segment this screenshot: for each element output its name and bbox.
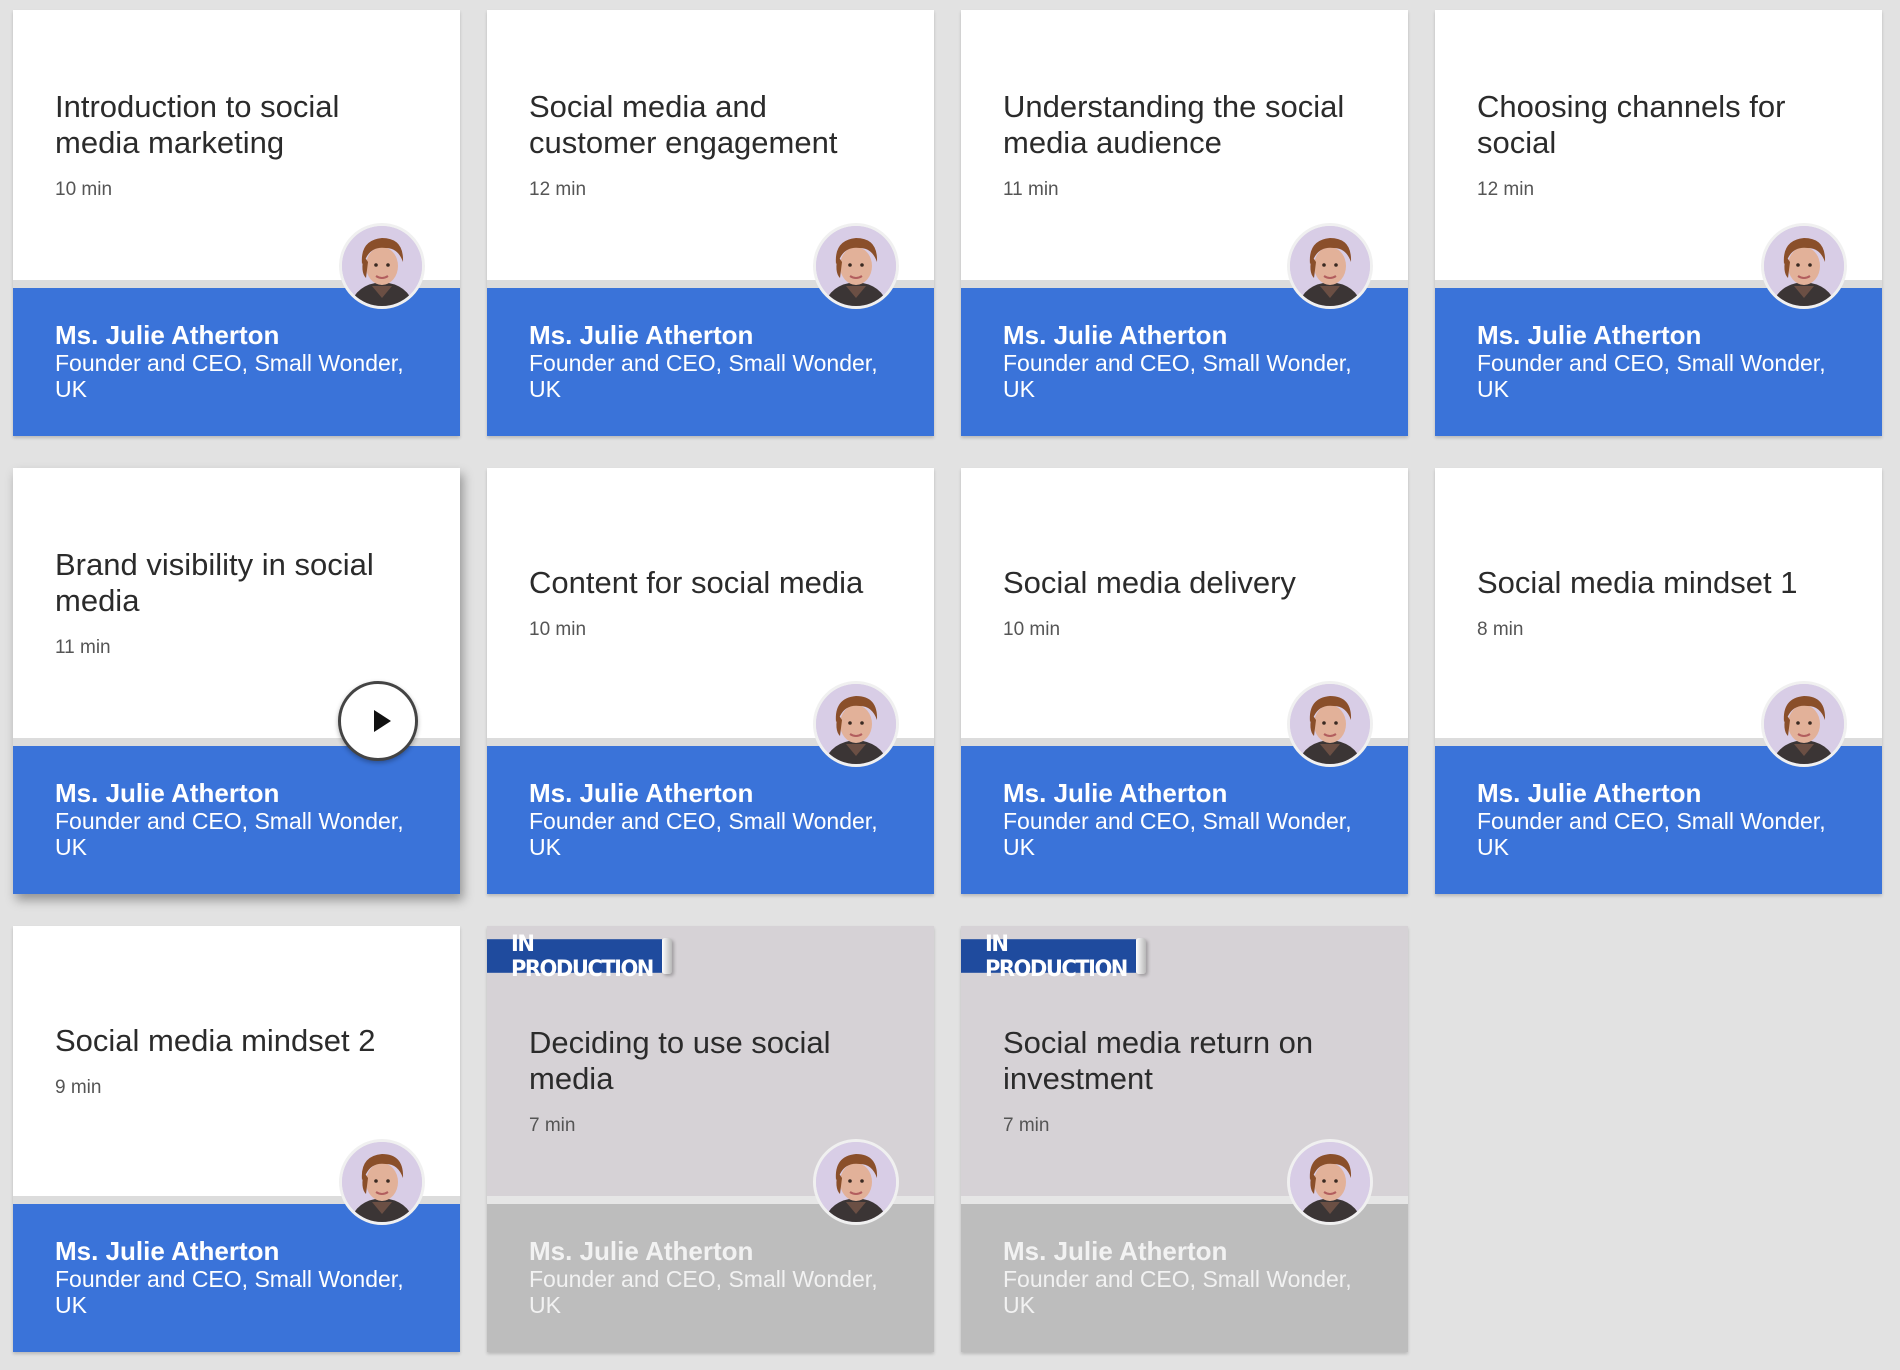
speaker-role: Founder and CEO, Small Wonder, UK <box>1003 1266 1352 1318</box>
speaker-panel: Ms. Julie Atherton Founder and CEO, Smal… <box>13 288 460 436</box>
lecture-duration: 10 min <box>1003 619 1061 640</box>
speaker-name: Ms. Julie Atherton <box>529 1236 754 1266</box>
speaker-avatar <box>1287 1139 1373 1225</box>
speaker-panel: Ms. Julie Atherton Founder and CEO, Smal… <box>1435 288 1882 436</box>
speaker-avatar <box>813 1139 899 1225</box>
speaker-role: Founder and CEO, Small Wonder, UK <box>55 808 404 860</box>
speaker-name: Ms. Julie Atherton <box>1003 1236 1228 1266</box>
speaker-panel: Ms. Julie Atherton Founder and CEO, Smal… <box>1435 746 1882 894</box>
lecture-card-3[interactable]: Understanding the social media audience … <box>961 10 1408 436</box>
speaker-avatar <box>1761 223 1847 309</box>
speaker-avatar <box>339 223 425 309</box>
lecture-card-1[interactable]: Introduction to social media marketing 1… <box>13 10 460 436</box>
lecture-card-6[interactable]: Content for social media 10 min Ms. Juli… <box>487 468 934 894</box>
lecture-duration: 10 min <box>55 179 113 200</box>
lecture-title: Introduction to social media marketing <box>55 89 340 160</box>
lecture-duration: 9 min <box>55 1077 102 1098</box>
lecture-title: Social media and customer engagement <box>529 89 838 160</box>
speaker-role: Founder and CEO, Small Wonder, UK <box>529 808 878 860</box>
speaker-name: Ms. Julie Atherton <box>1003 778 1228 808</box>
lecture-card-5[interactable]: Brand visibility in social media 11 min … <box>13 468 460 894</box>
speaker-role: Founder and CEO, Small Wonder, UK <box>55 350 404 402</box>
speaker-panel: Ms. Julie Atherton Founder and CEO, Smal… <box>961 1204 1408 1352</box>
in-production-badge: IN PRODUCTION <box>961 931 1136 981</box>
speaker-panel: Ms. Julie Atherton Founder and CEO, Smal… <box>961 288 1408 436</box>
speaker-name: Ms. Julie Atherton <box>529 778 754 808</box>
speaker-role: Founder and CEO, Small Wonder, UK <box>1003 808 1352 860</box>
speaker-panel: Ms. Julie Atherton Founder and CEO, Smal… <box>487 288 934 436</box>
lecture-duration: 10 min <box>529 619 587 640</box>
speaker-panel: Ms. Julie Atherton Founder and CEO, Smal… <box>13 1204 460 1352</box>
play-button[interactable] <box>338 681 418 761</box>
lecture-duration: 12 min <box>529 179 587 200</box>
badge-curl <box>1136 938 1146 974</box>
lecture-grid: Introduction to social media marketing 1… <box>13 10 1882 1352</box>
speaker-avatar <box>339 1139 425 1225</box>
lecture-card-7[interactable]: Social media delivery 10 min Ms. Julie A… <box>961 468 1408 894</box>
lecture-card-8[interactable]: Social media mindset 1 8 min Ms. Julie A… <box>1435 468 1882 894</box>
lecture-title: Brand visibility in social media <box>55 547 374 618</box>
speaker-name: Ms. Julie Atherton <box>55 778 280 808</box>
lecture-title: Deciding to use social media <box>529 1025 831 1096</box>
badge-curl <box>662 938 672 974</box>
lecture-title: Content for social media <box>529 565 864 600</box>
lecture-card-9[interactable]: Social media mindset 2 9 min Ms. Julie A… <box>13 926 460 1352</box>
speaker-role: Founder and CEO, Small Wonder, UK <box>529 1266 878 1318</box>
lecture-title: Understanding the social media audience <box>1003 89 1345 160</box>
lecture-duration: 7 min <box>529 1115 576 1136</box>
speaker-name: Ms. Julie Atherton <box>1477 778 1702 808</box>
lecture-title: Social media mindset 2 <box>55 1023 376 1058</box>
lecture-card-11[interactable]: Social media return on investment 7 min … <box>961 926 1408 1352</box>
lecture-card-2[interactable]: Social media and customer engagement 12 … <box>487 10 934 436</box>
lecture-duration: 7 min <box>1003 1115 1050 1136</box>
speaker-avatar <box>1761 681 1847 767</box>
in-production-badge: IN PRODUCTION <box>487 931 662 981</box>
speaker-role: Founder and CEO, Small Wonder, UK <box>529 350 878 402</box>
lecture-duration: 8 min <box>1477 619 1524 640</box>
speaker-avatar <box>813 223 899 309</box>
lecture-title: Social media return on investment <box>1003 1025 1314 1096</box>
speaker-role: Founder and CEO, Small Wonder, UK <box>55 1266 404 1318</box>
lecture-duration: 11 min <box>55 637 111 658</box>
speaker-panel: Ms. Julie Atherton Founder and CEO, Smal… <box>487 746 934 894</box>
speaker-role: Founder and CEO, Small Wonder, UK <box>1477 808 1826 860</box>
speaker-avatar <box>1287 223 1373 309</box>
lecture-duration: 11 min <box>1003 179 1059 200</box>
speaker-avatar <box>1287 681 1373 767</box>
lecture-title: Social media delivery <box>1003 565 1296 600</box>
speaker-panel: Ms. Julie Atherton Founder and CEO, Smal… <box>961 746 1408 894</box>
lecture-title: Choosing channels for social <box>1477 89 1786 160</box>
speaker-role: Founder and CEO, Small Wonder, UK <box>1003 350 1352 402</box>
speaker-avatar <box>813 681 899 767</box>
lecture-duration: 12 min <box>1477 179 1535 200</box>
lecture-title: Social media mindset 1 <box>1477 565 1798 600</box>
speaker-panel: Ms. Julie Atherton Founder and CEO, Smal… <box>13 746 460 894</box>
speaker-panel: Ms. Julie Atherton Founder and CEO, Smal… <box>487 1204 934 1352</box>
speaker-name: Ms. Julie Atherton <box>55 320 280 350</box>
speaker-name: Ms. Julie Atherton <box>529 320 754 350</box>
lecture-card-10[interactable]: Deciding to use social media 7 min Ms. J… <box>487 926 934 1352</box>
speaker-role: Founder and CEO, Small Wonder, UK <box>1477 350 1826 402</box>
speaker-name: Ms. Julie Atherton <box>1477 320 1702 350</box>
speaker-name: Ms. Julie Atherton <box>1003 320 1228 350</box>
speaker-name: Ms. Julie Atherton <box>55 1236 280 1266</box>
play-icon <box>374 710 391 732</box>
lecture-card-4[interactable]: Choosing channels for social 12 min Ms. … <box>1435 10 1882 436</box>
